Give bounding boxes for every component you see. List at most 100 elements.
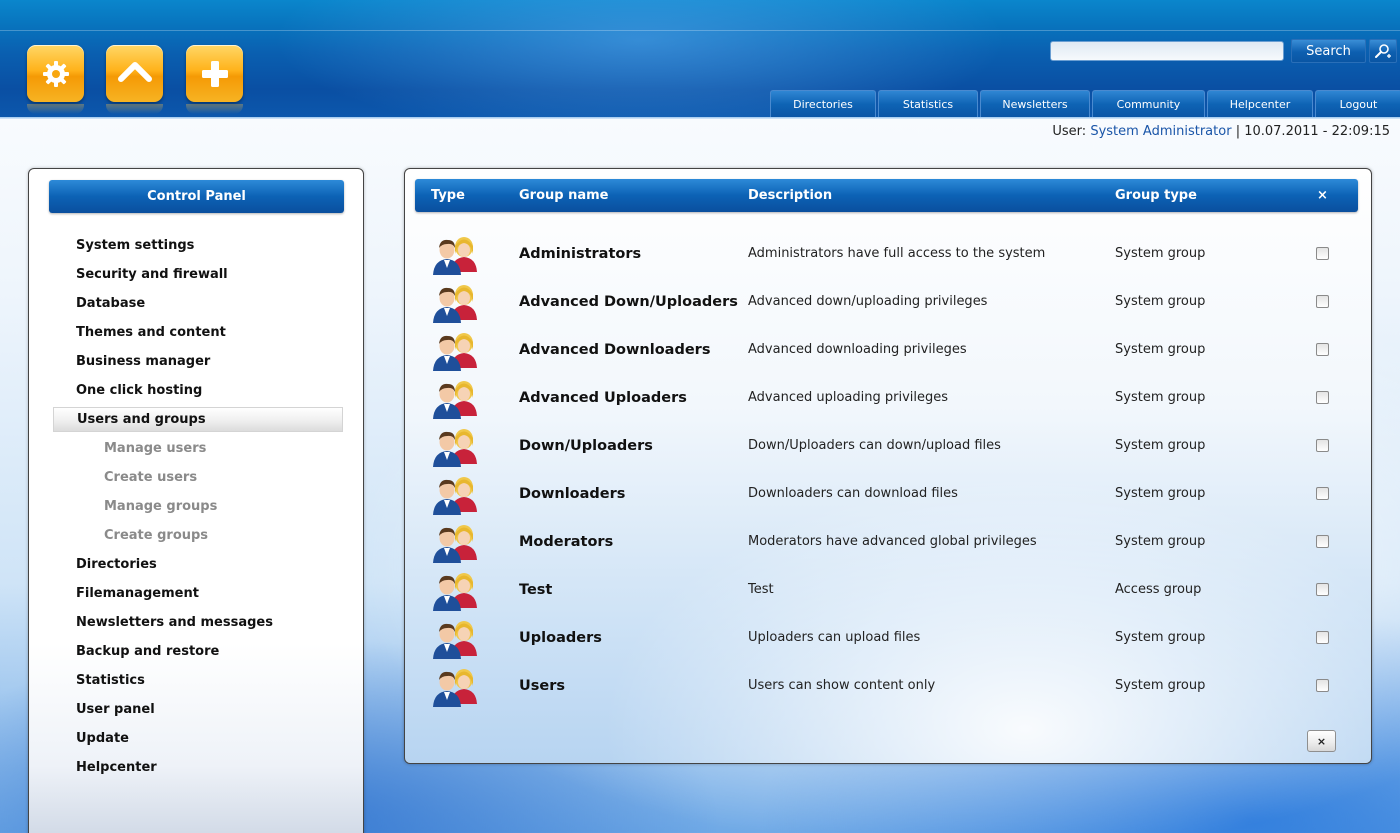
search-input[interactable]: [1050, 41, 1284, 61]
user-group-icon: [431, 424, 481, 468]
nav-tab-logout[interactable]: Logout: [1315, 90, 1400, 118]
column-header-group-name[interactable]: Group name: [519, 179, 609, 212]
table-row[interactable]: Test Test Access group: [405, 566, 1371, 614]
user-status-line: User: System Administrator | 10.07.2011 …: [1052, 124, 1390, 139]
delete-selected-button[interactable]: ×: [1307, 730, 1336, 752]
column-header-group-type[interactable]: Group type: [1115, 179, 1197, 212]
sidebar-item-security-and-firewall[interactable]: Security and firewall: [53, 260, 343, 289]
add-shortcut-button[interactable]: [186, 45, 243, 114]
current-user-link[interactable]: System Administrator: [1090, 124, 1231, 139]
column-header-description[interactable]: Description: [748, 179, 832, 212]
sidebar-item-users-and-groups[interactable]: Users and groups: [53, 407, 343, 432]
sidebar-item-user-panel[interactable]: User panel: [53, 695, 343, 724]
table-row[interactable]: Uploaders Uploaders can upload files Syste…: [405, 614, 1371, 662]
home-shortcut-button[interactable]: [106, 45, 163, 114]
gear-icon: [42, 60, 69, 87]
row-select-checkbox[interactable]: [1316, 487, 1329, 500]
nav-tab-newsletters[interactable]: Newsletters: [980, 90, 1090, 118]
nav-tab-directories[interactable]: Directories: [770, 90, 876, 118]
table-row[interactable]: Administrators Administrators have full a…: [405, 230, 1371, 278]
group-type: System group: [1115, 534, 1206, 549]
advanced-search-icon: [1375, 44, 1391, 58]
sidebar-subitem-create-users[interactable]: Create users: [53, 463, 343, 492]
user-prefix: User:: [1052, 124, 1087, 139]
select-all-toggle[interactable]: ×: [1317, 179, 1328, 212]
sidebar-item-helpcenter[interactable]: Helpcenter: [53, 753, 343, 782]
group-name[interactable]: Test: [519, 566, 552, 614]
table-row[interactable]: Moderators Moderators have advanced globa…: [405, 518, 1371, 566]
group-name[interactable]: Advanced Downloaders: [519, 326, 710, 374]
row-select-checkbox[interactable]: [1316, 343, 1329, 356]
table-row[interactable]: Advanced Downloaders Advanced downloading…: [405, 326, 1371, 374]
sidebar-item-themes-and-content[interactable]: Themes and content: [53, 318, 343, 347]
user-group-icon: [431, 280, 481, 324]
sidebar-item-newsletters-and-messages[interactable]: Newsletters and messages: [53, 608, 343, 637]
nav-tab-statistics[interactable]: Statistics: [878, 90, 978, 118]
table-row[interactable]: Advanced Uploaders Advanced uploading pri…: [405, 374, 1371, 422]
sidebar-item-business-manager[interactable]: Business manager: [53, 347, 343, 376]
row-select-checkbox[interactable]: [1316, 247, 1329, 260]
add-icon: [201, 60, 228, 87]
sidebar-item-database[interactable]: Database: [53, 289, 343, 318]
group-description: Advanced downloading privileges: [748, 342, 967, 357]
user-group-icon: [431, 664, 481, 708]
row-select-checkbox[interactable]: [1316, 535, 1329, 548]
group-description: Administrators have full access to the s…: [748, 246, 1046, 261]
sidebar-subitem-manage-groups[interactable]: Manage groups: [53, 492, 343, 521]
sidebar-item-one-click-hosting[interactable]: One click hosting: [53, 376, 343, 405]
sidebar-item-directories[interactable]: Directories: [53, 550, 343, 579]
home-icon: [117, 61, 152, 82]
sidebar-title: Control Panel: [49, 180, 344, 213]
sidebar-item-system-settings[interactable]: System settings: [53, 231, 343, 260]
group-name[interactable]: Uploaders: [519, 614, 602, 662]
group-name[interactable]: Users: [519, 662, 565, 710]
row-select-checkbox[interactable]: [1316, 631, 1329, 644]
user-separator: |: [1235, 124, 1241, 139]
table-row[interactable]: Down/Uploaders Down/Uploaders can down/up…: [405, 422, 1371, 470]
group-type: System group: [1115, 678, 1206, 693]
user-group-icon: [431, 376, 481, 420]
group-name[interactable]: Down/Uploaders: [519, 422, 653, 470]
row-select-checkbox[interactable]: [1316, 583, 1329, 596]
top-navigation: Directories Statistics Newsletters Commu…: [770, 90, 1400, 118]
group-description: Advanced down/uploading privileges: [748, 294, 988, 309]
sidebar-item-filemanagement[interactable]: Filemanagement: [53, 579, 343, 608]
column-header-type: Type: [431, 188, 465, 203]
user-group-icon: [431, 328, 481, 372]
search-button[interactable]: Search: [1291, 39, 1366, 63]
nav-tab-community[interactable]: Community: [1092, 90, 1205, 118]
nav-tab-helpcenter[interactable]: Helpcenter: [1207, 90, 1313, 118]
group-name[interactable]: Administrators: [519, 230, 641, 278]
sidebar-item-statistics[interactable]: Statistics: [53, 666, 343, 695]
sidebar-item-backup-and-restore[interactable]: Backup and restore: [53, 637, 343, 666]
row-select-checkbox[interactable]: [1316, 295, 1329, 308]
advanced-search-button[interactable]: [1369, 39, 1397, 63]
sidebar-menu: System settings Security and firewall Da…: [53, 231, 343, 782]
groups-table-header: Type Group name Description Group type ×: [415, 179, 1358, 212]
group-description: Advanced uploading privileges: [748, 390, 949, 405]
sidebar-subitem-create-groups[interactable]: Create groups: [53, 521, 343, 550]
table-row[interactable]: Advanced Down/Uploaders Advanced down/upl…: [405, 278, 1371, 326]
row-select-checkbox[interactable]: [1316, 439, 1329, 452]
user-group-icon: [431, 616, 481, 660]
user-group-icon: [431, 232, 481, 276]
table-row[interactable]: Downloaders Downloaders can download file…: [405, 470, 1371, 518]
group-name[interactable]: Advanced Down/Uploaders: [519, 278, 738, 326]
group-name[interactable]: Moderators: [519, 518, 613, 566]
group-name[interactable]: Advanced Uploaders: [519, 374, 687, 422]
table-row[interactable]: Users Users can show content only System g…: [405, 662, 1371, 710]
sidebar-subitem-manage-users[interactable]: Manage users: [53, 434, 343, 463]
user-group-icon: [431, 520, 481, 564]
groups-panel: Type Group name Description Group type ×…: [404, 168, 1372, 764]
sidebar-item-update[interactable]: Update: [53, 724, 343, 753]
current-datetime: 10.07.2011 - 22:09:15: [1244, 124, 1390, 139]
control-panel-sidebar: Control Panel System settings Security a…: [28, 168, 364, 833]
group-name[interactable]: Downloaders: [519, 470, 625, 518]
group-description: Users can show content only: [748, 678, 936, 693]
group-type: Access group: [1115, 582, 1202, 597]
user-group-icon: [431, 568, 481, 612]
group-type: System group: [1115, 246, 1206, 261]
row-select-checkbox[interactable]: [1316, 391, 1329, 404]
settings-shortcut-button[interactable]: [27, 45, 84, 114]
row-select-checkbox[interactable]: [1316, 679, 1329, 692]
